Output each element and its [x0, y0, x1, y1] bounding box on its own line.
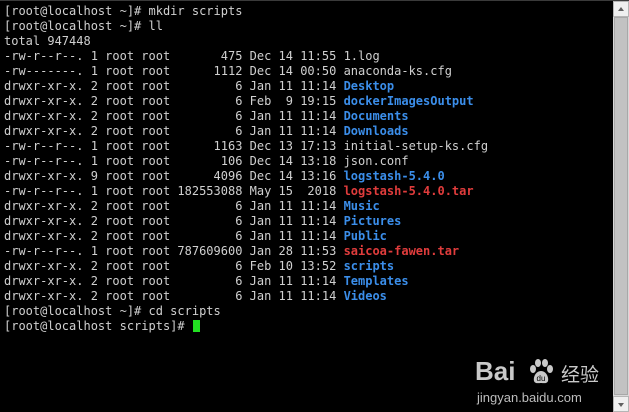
watermark-logo-text: Bai: [475, 356, 516, 386]
line-text: -rw-r--r--. 1 root root 475 Dec 14 11:55: [4, 49, 344, 63]
line-text: -rw-r--r--. 1 root root 106 Dec 14 13:18: [4, 154, 344, 168]
archive-file-name: logstash-5.4.0.tar: [343, 184, 474, 198]
terminal-line: -rw-------. 1 root root 1112 Dec 14 00:5…: [4, 64, 488, 79]
line-text: drwxr-xr-x. 2 root root 6 Jan 11 11:14: [4, 199, 344, 213]
terminal-lines: [root@localhost ~]# mkdir scripts [root@l…: [4, 4, 488, 319]
line-text: [root@localhost ~]# cd scripts: [4, 304, 221, 318]
line-text: [root@localhost ~]# mkdir scripts: [4, 4, 243, 18]
terminal-line: total 947448: [4, 34, 488, 49]
directory-name: Downloads: [343, 124, 409, 138]
line-text: drwxr-xr-x. 9 root root 4096 Dec 14 13:1…: [4, 169, 344, 183]
line-text: initial-setup-ks.cfg: [343, 139, 489, 153]
line-text: drwxr-xr-x. 2 root root 6 Feb 9 19:15: [4, 94, 344, 108]
line-text: drwxr-xr-x. 2 root root 6 Feb 10 13:52: [4, 259, 344, 273]
watermark-brand-text: 经验: [561, 365, 600, 386]
baidu-jingyan-watermark: Bai du 经验 jingyan.baidu.com: [475, 354, 605, 408]
terminal-window[interactable]: [root@localhost ~]# mkdir scripts [root@l…: [0, 0, 629, 412]
terminal-cursor: [192, 320, 200, 332]
line-text: -rw-------. 1 root root 1112 Dec 14 00:5…: [4, 64, 344, 78]
vertical-scrollbar[interactable]: [613, 1, 629, 412]
terminal-line: drwxr-xr-x. 2 root root 6 Feb 9 19:15 do…: [4, 94, 488, 109]
terminal-line: drwxr-xr-x. 2 root root 6 Jan 11 11:14 D…: [4, 79, 488, 94]
directory-name: Documents: [343, 109, 409, 123]
terminal-line: [root@localhost ~]# mkdir scripts: [4, 4, 488, 19]
directory-name: Templates: [343, 274, 409, 288]
baidu-paw-icon: du: [530, 359, 553, 384]
terminal-line: drwxr-xr-x. 2 root root 6 Jan 11 11:14 M…: [4, 199, 488, 214]
line-text: drwxr-xr-x. 2 root root 6 Jan 11 11:14: [4, 79, 344, 93]
line-text: anaconda-ks.cfg: [343, 64, 452, 78]
terminal-line: -rw-r--r--. 1 root root 787609600 Jan 28…: [4, 244, 488, 259]
terminal-line: -rw-r--r--. 1 root root 106 Dec 14 13:18…: [4, 154, 488, 169]
line-text: drwxr-xr-x. 2 root root 6 Jan 11 11:14: [4, 109, 344, 123]
directory-name: scripts: [343, 259, 395, 273]
terminal-line: -rw-r--r--. 1 root root 1163 Dec 13 17:1…: [4, 139, 488, 154]
directory-name: dockerImagesOutput: [343, 94, 474, 108]
directory-name: Pictures: [343, 214, 402, 228]
directory-name: Music: [343, 199, 380, 213]
terminal-line: drwxr-xr-x. 2 root root 6 Jan 11 11:14 P…: [4, 214, 488, 229]
directory-name: Desktop: [343, 79, 395, 93]
scroll-up-arrow-icon[interactable]: [613, 1, 629, 17]
line-text: [root@localhost ~]# ll: [4, 19, 163, 33]
line-text: drwxr-xr-x. 2 root root 6 Jan 11 11:14: [4, 289, 344, 303]
terminal-prompt: [root@localhost scripts]#: [4, 319, 192, 333]
line-text: -rw-r--r--. 1 root root 1163 Dec 13 17:1…: [4, 139, 344, 153]
line-text: total 947448: [4, 34, 91, 48]
svg-text:du: du: [537, 374, 546, 383]
terminal-line: -rw-r--r--. 1 root root 475 Dec 14 11:55…: [4, 49, 488, 64]
terminal-output[interactable]: [root@localhost ~]# mkdir scripts [root@l…: [4, 4, 488, 334]
line-text: -rw-r--r--. 1 root root 182553088 May 15…: [4, 184, 344, 198]
directory-name: logstash-5.4.0: [343, 169, 445, 183]
terminal-prompt-line[interactable]: [root@localhost scripts]#: [4, 319, 488, 334]
terminal-line: -rw-r--r--. 1 root root 182553088 May 15…: [4, 184, 488, 199]
line-text: -rw-r--r--. 1 root root 787609600 Jan 28…: [4, 244, 344, 258]
terminal-line: drwxr-xr-x. 9 root root 4096 Dec 14 13:1…: [4, 169, 488, 184]
line-text: drwxr-xr-x. 2 root root 6 Jan 11 11:14: [4, 214, 344, 228]
terminal-line: drwxr-xr-x. 2 root root 6 Feb 10 13:52 s…: [4, 259, 488, 274]
terminal-line: [root@localhost ~]# cd scripts: [4, 304, 488, 319]
line-text: 1.log: [343, 49, 380, 63]
terminal-line: drwxr-xr-x. 2 root root 6 Jan 11 11:14 D…: [4, 124, 488, 139]
watermark-url: jingyan.baidu.com: [477, 390, 582, 405]
terminal-line: [root@localhost ~]# ll: [4, 19, 488, 34]
scrollbar-thumb[interactable]: [614, 17, 628, 395]
directory-name: Public: [343, 229, 387, 243]
terminal-line: drwxr-xr-x. 2 root root 6 Jan 11 11:14 P…: [4, 229, 488, 244]
line-text: drwxr-xr-x. 2 root root 6 Jan 11 11:14: [4, 124, 344, 138]
line-text: json.conf: [343, 154, 409, 168]
archive-file-name: saicoa-fawen.tar: [343, 244, 460, 258]
line-text: drwxr-xr-x. 2 root root 6 Jan 11 11:14: [4, 229, 344, 243]
scroll-down-arrow-icon[interactable]: [613, 396, 629, 412]
directory-name: Videos: [343, 289, 387, 303]
terminal-line: drwxr-xr-x. 2 root root 6 Jan 11 11:14 D…: [4, 109, 488, 124]
terminal-line: drwxr-xr-x. 2 root root 6 Jan 11 11:14 V…: [4, 289, 488, 304]
line-text: drwxr-xr-x. 2 root root 6 Jan 11 11:14: [4, 274, 344, 288]
terminal-line: drwxr-xr-x. 2 root root 6 Jan 11 11:14 T…: [4, 274, 488, 289]
